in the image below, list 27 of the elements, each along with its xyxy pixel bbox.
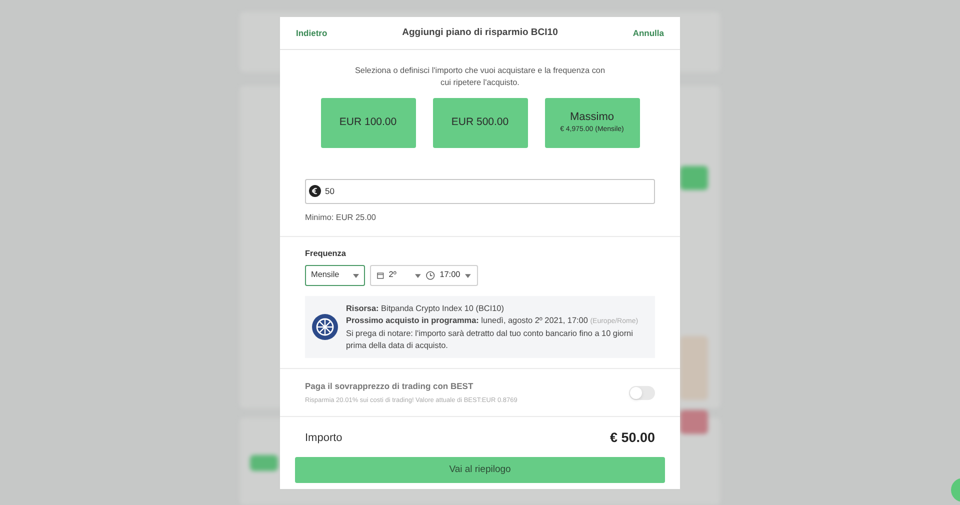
caret-icon <box>353 274 359 278</box>
euro-icon <box>309 184 321 196</box>
summary-button[interactable]: Vai al riepilogo <box>295 457 665 484</box>
amount-button[interactable]: EUR 100.00 <box>320 98 416 148</box>
wheel-logo-icon <box>312 314 338 340</box>
amount-field[interactable]: 50 <box>305 178 655 204</box>
asset-text: Risorsa: Bitpanda Crypto Index 10 (BCI10) <box>346 302 505 315</box>
total-value: € 50.00 <box>610 429 655 448</box>
frequency-label: Frequenza <box>305 248 347 260</box>
total-label: Importo <box>305 430 342 446</box>
minimum-text: Minimo: EUR 25.00 <box>305 212 377 224</box>
time-dropdown[interactable]: 17:00 <box>440 269 460 282</box>
caret-icon <box>415 274 421 278</box>
caret-icon <box>465 274 471 278</box>
intro-text: Seleziona o definisci l'importo che vuoi acquistare e la frequenza con cui ripetere l'acquisto. <box>354 65 606 88</box>
period-dropdown[interactable]: Mensile <box>305 265 365 286</box>
back-link[interactable]: Indietro <box>296 26 328 40</box>
day-dropdown[interactable]: 2º <box>388 269 410 282</box>
calendar-icon <box>377 272 384 280</box>
clock-icon <box>426 271 435 280</box>
best-toggle[interactable] <box>629 386 655 400</box>
best-title: Paga il sovrapprezzo di trading con BEST <box>305 380 474 393</box>
note-text: Si prega di notare: l'importo sarà detratto dal tuo conto bancario fino a 10 giorni prima della data di acquisto. <box>346 328 634 352</box>
background-notice <box>680 336 708 400</box>
amount-button[interactable]: EUR 500.00 <box>432 98 528 148</box>
dialog-title: Aggiungi piano di risparmio BCI10 <box>402 26 558 40</box>
cancel-link[interactable]: Annulla <box>632 26 664 40</box>
